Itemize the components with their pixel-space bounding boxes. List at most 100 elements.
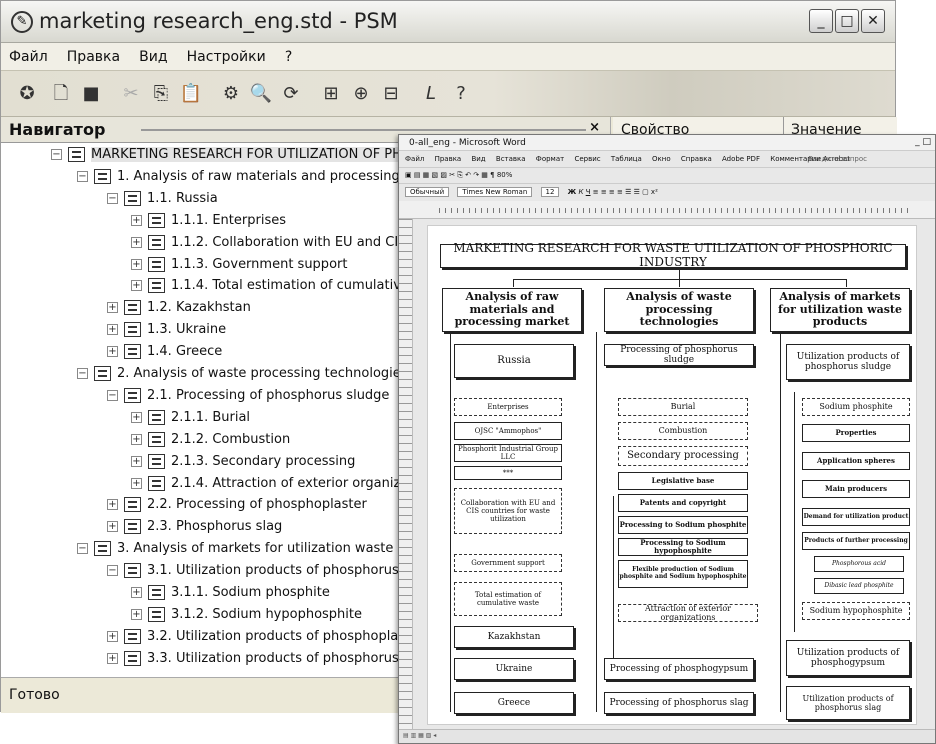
word-size-select[interactable]: 12 [540, 187, 560, 197]
expand-icon[interactable]: + [131, 587, 142, 598]
expand-icon[interactable]: + [107, 324, 118, 336]
new-doc-icon[interactable]: 🗋 [49, 82, 73, 106]
tree-node-label[interactable]: 1.1.3. Government support [171, 257, 347, 272]
minimize-button[interactable]: _ [809, 9, 833, 33]
copy-icon[interactable]: ⎘ [149, 82, 173, 106]
expand-icon[interactable]: + [107, 630, 118, 642]
tree-node[interactable]: −3.1. Utilization products of phosphorus… [107, 563, 446, 585]
paste-icon[interactable]: 📋 [179, 82, 203, 106]
word-style-select[interactable]: Обычный [405, 187, 450, 197]
word-menu-insert[interactable]: Вставка [496, 155, 526, 163]
tree-node[interactable]: +3.3. Utilization products of phosphorus… [107, 650, 430, 673]
word-window-controls[interactable]: _ □ [915, 137, 931, 147]
expand-icon[interactable]: + [131, 214, 142, 226]
tree-node[interactable]: − 2.1. Processing of phosphorus sludge [107, 387, 389, 410]
find-icon[interactable]: 🔍 [249, 82, 273, 106]
help-icon[interactable]: ? [449, 82, 473, 106]
expand-icon[interactable]: + [131, 236, 142, 248]
horizontal-ruler[interactable] [399, 201, 935, 219]
refresh-icon[interactable]: ⟳ [279, 82, 303, 106]
menu-edit[interactable]: Правка [59, 43, 126, 65]
collapse-icon[interactable]: − [107, 192, 118, 204]
menu-help[interactable]: ? [277, 43, 298, 65]
word-menu-window[interactable]: Окно [652, 155, 671, 163]
expand-icon[interactable]: + [131, 258, 142, 270]
tree-node-label[interactable]: MARKETING RESEARCH FOR UTILIZATION OF PH… [91, 147, 439, 162]
tree-remove-icon[interactable]: ⊟ [379, 82, 403, 106]
tree-node[interactable]: +2.1.2. Combustion [131, 431, 290, 454]
tree-add-child-icon[interactable]: ⊕ [349, 82, 373, 106]
expand-icon[interactable]: + [107, 499, 118, 511]
expand-icon[interactable]: + [131, 455, 142, 467]
tree-node-label[interactable]: 2.3. Phosphorus slag [147, 519, 282, 534]
expand-icon[interactable]: + [131, 477, 142, 489]
word-format-icons[interactable]: Ж К Ч ≡ ≡ ≡ ≡ ☰ ☰ ▢ x² [568, 188, 658, 196]
disk-star-icon[interactable]: ✪ [15, 82, 39, 106]
collapse-icon[interactable]: − [107, 565, 118, 577]
tree-node-label[interactable]: 2.1.1. Burial [171, 410, 250, 425]
maximize-button[interactable]: □ [835, 9, 859, 33]
menu-settings[interactable]: Настройки [179, 43, 272, 65]
tree-add-icon[interactable]: ⊞ [319, 82, 343, 106]
tree-node-label[interactable]: 1.4. Greece [147, 344, 222, 359]
tree-node[interactable]: +2.1.1. Burial [131, 409, 250, 432]
expand-icon[interactable]: + [131, 411, 142, 423]
tree-node[interactable]: +2.1.4. Attraction of exterior organizat… [131, 475, 438, 498]
collapse-icon[interactable]: − [51, 149, 62, 160]
tree-node[interactable]: +1.1.3. Government support [131, 256, 347, 279]
tree-node[interactable]: − 1.1. Russia [107, 190, 218, 213]
expand-icon[interactable]: + [107, 521, 118, 533]
word-menu-view[interactable]: Вид [471, 155, 485, 163]
menu-file[interactable]: Файл [1, 43, 54, 65]
tree-node-label[interactable]: 2. Analysis of waste processing technolo… [117, 366, 408, 381]
tree-node-label[interactable]: 2.1. Processing of phosphorus sludge [147, 388, 389, 403]
word-help-input[interactable]: Введите вопрос [808, 155, 867, 163]
word-menu-file[interactable]: Файл [405, 155, 424, 163]
tree-node[interactable]: +1.3. Ukraine [107, 322, 226, 344]
tree-node[interactable]: +3.2. Utilization products of phosphopla… [107, 628, 424, 651]
expand-icon[interactable]: + [107, 346, 118, 358]
tree-node[interactable]: +3.1.2. Sodium hypophosphite [131, 606, 362, 629]
expand-icon[interactable]: + [131, 433, 142, 445]
tree-node-label[interactable]: 3.1.2. Sodium hypophosphite [171, 607, 362, 622]
tree-node[interactable]: +1.4. Greece [107, 344, 222, 366]
tree-node[interactable]: − 2. Analysis of waste processing technol… [77, 366, 408, 388]
tree-node[interactable]: +2.1.3. Secondary processing [131, 453, 355, 476]
tree-node[interactable]: +3.1.1. Sodium phosphite [131, 585, 330, 607]
tree-node[interactable]: +2.2. Processing of phosphoplaster [107, 497, 367, 519]
properties-icon[interactable]: ⚙ [219, 82, 243, 106]
tree-node-label[interactable]: 1.1.1. Enterprises [171, 213, 286, 228]
tree-node-label[interactable]: 1.3. Ukraine [147, 322, 226, 337]
word-menu-help[interactable]: Справка [681, 155, 712, 163]
tree-node-label[interactable]: 3.1.1. Sodium phosphite [171, 585, 330, 600]
tree-node[interactable]: +1.1.1. Enterprises [131, 212, 286, 235]
tree-node[interactable]: +2.3. Phosphorus slag [107, 519, 282, 541]
close-button[interactable]: ✕ [861, 9, 885, 33]
tree-node-label[interactable]: 1.2. Kazakhstan [147, 300, 251, 315]
document-page[interactable]: MARKETING RESEARCH FOR WASTE UTILIZATION… [427, 225, 917, 725]
tree-node[interactable]: − MARKETING RESEARCH FOR UTILIZATION OF P… [51, 147, 439, 169]
word-menu-format[interactable]: Формат [536, 155, 564, 163]
collapse-icon[interactable]: − [77, 368, 88, 379]
word-menu-edit[interactable]: Правка [435, 155, 462, 163]
tree-node-label[interactable]: 2.1.2. Combustion [171, 432, 290, 447]
expand-icon[interactable]: + [131, 608, 142, 620]
navigator-close-icon[interactable]: × [589, 120, 600, 135]
tree-node[interactable]: −1. Analysis of raw materials and proces… [77, 168, 450, 191]
tree-node[interactable]: +1.2. Kazakhstan [107, 300, 251, 322]
collapse-icon[interactable]: − [77, 543, 88, 555]
expand-icon[interactable]: + [107, 652, 118, 664]
word-toolbar-icons[interactable]: ▣ ▤ ▦ ▧ ▨ ✂ ⎘ ↶ ↷ ▦ ¶ [405, 171, 497, 179]
font-icon[interactable]: L [419, 82, 443, 106]
word-menu-table[interactable]: Таблица [611, 155, 642, 163]
word-menu-adobe-pdf[interactable]: Adobe PDF [722, 155, 760, 163]
tree-node[interactable]: +1.1.2. Collaboration with EU and CIS co… [131, 234, 439, 257]
word-menu-tools[interactable]: Сервис [574, 155, 600, 163]
cut-icon[interactable]: ✂ [119, 82, 143, 106]
tree-node-label[interactable]: 3.2. Utilization products of phosphoplas… [147, 629, 424, 644]
tree-node-label[interactable]: 2.2. Processing of phosphoplaster [147, 497, 367, 512]
collapse-icon[interactable]: − [107, 389, 118, 401]
tree-node-label[interactable]: 2.1.3. Secondary processing [171, 454, 355, 469]
tree-node-label[interactable]: 1.1. Russia [147, 191, 218, 206]
word-font-select[interactable]: Times New Roman [457, 187, 533, 197]
